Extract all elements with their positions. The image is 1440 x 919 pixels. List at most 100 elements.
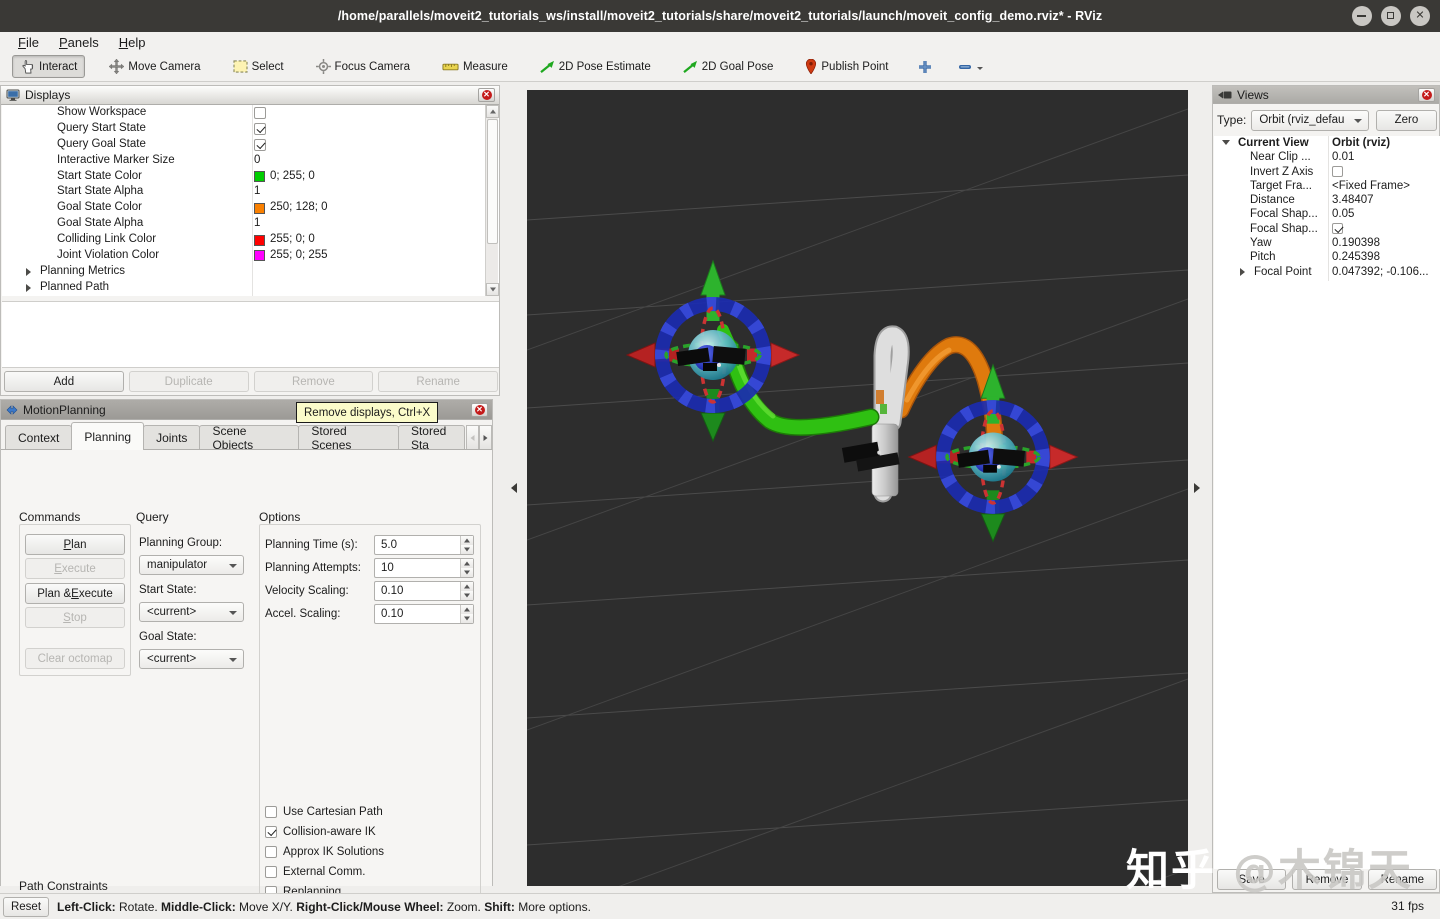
plan-and-execute-button[interactable]: Plan & Execute	[25, 583, 125, 604]
displays-scrollbar[interactable]	[485, 105, 499, 296]
property-row[interactable]: Target Fra... <Fixed Frame>	[1214, 179, 1440, 193]
property-value[interactable]: 0	[254, 153, 260, 169]
clear-octomap-button[interactable]: Clear octomap	[25, 648, 125, 669]
goal-state-select[interactable]: <current>	[139, 649, 244, 669]
property-value[interactable]: 1	[254, 216, 260, 232]
remove-button[interactable]: Remove	[253, 371, 374, 392]
tool-measure[interactable]: Measure	[434, 57, 516, 77]
tab-stored-states[interactable]: Stored Sta	[397, 425, 465, 450]
menu-panels[interactable]: Panels	[49, 34, 109, 51]
property-row[interactable]: Joint Violation Color 255; 0; 255	[2, 248, 499, 264]
planning-group-select[interactable]: manipulator	[139, 555, 244, 575]
show-workspace-checkbox[interactable]	[254, 106, 266, 119]
property-row[interactable]: Distance 3.48407	[1214, 193, 1440, 207]
add-button[interactable]: Add	[4, 371, 124, 392]
3d-viewport[interactable]	[526, 90, 1189, 919]
tool-move-camera[interactable]: Move Camera	[101, 55, 208, 78]
expander-icon[interactable]	[26, 283, 35, 292]
tool-select[interactable]: Select	[225, 56, 292, 77]
query-goal-state-checkbox[interactable]	[254, 138, 266, 151]
expander-icon[interactable]	[1222, 140, 1230, 149]
tool-2d-pose-estimate[interactable]: 2D Pose Estimate	[532, 56, 659, 77]
invert-z-axis-checkbox[interactable]	[1332, 166, 1343, 178]
stop-button[interactable]: Stop	[25, 607, 125, 628]
property-row[interactable]: Interactive Marker Size 0	[2, 153, 499, 169]
plan-button[interactable]: Plan	[25, 534, 125, 555]
zero-button[interactable]: Zero	[1375, 109, 1437, 131]
property-row[interactable]: Start State Color 0; 255; 0	[2, 169, 499, 185]
property-row[interactable]: Pitch 0.245398	[1214, 250, 1440, 264]
tab-stored-scenes[interactable]: Stored Scenes	[298, 424, 399, 452]
tab-scene-objects[interactable]: Scene Objects	[199, 424, 300, 452]
property-value[interactable]: 1	[254, 184, 260, 200]
property-group-row[interactable]: Planned Path	[2, 280, 499, 296]
property-value[interactable]: 3.48407	[1332, 193, 1374, 207]
property-row[interactable]: Query Goal State	[2, 137, 499, 153]
color-swatch[interactable]	[254, 250, 265, 262]
reset-button[interactable]: Reset	[3, 896, 49, 917]
property-value[interactable]: 250; 128; 0	[270, 200, 328, 216]
tool-focus-camera[interactable]: Focus Camera	[308, 55, 418, 78]
tab-context[interactable]: Context	[5, 425, 73, 450]
property-value[interactable]: 0.05	[1332, 207, 1354, 221]
spinner-buttons[interactable]	[460, 559, 473, 577]
expander-icon[interactable]	[26, 267, 35, 276]
property-row[interactable]: Goal State Color 250; 128; 0	[2, 200, 499, 216]
rename-button[interactable]: Rename	[1367, 869, 1437, 890]
planning-time-input[interactable]: 5.0	[374, 535, 474, 555]
close-button[interactable]: ✕	[1410, 6, 1430, 26]
checkbox[interactable]	[265, 846, 277, 858]
property-value[interactable]: 0.245398	[1332, 250, 1380, 264]
color-swatch[interactable]	[254, 202, 265, 214]
collapse-left-panel-arrow[interactable]	[506, 480, 517, 496]
property-row[interactable]: Start State Alpha 1	[2, 184, 499, 200]
property-row[interactable]: Focal Shap...	[1214, 222, 1440, 236]
duplicate-button[interactable]: Duplicate	[128, 371, 249, 392]
property-value[interactable]: 0; 255; 0	[270, 169, 315, 185]
velocity-scaling-input[interactable]: 0.10	[374, 581, 474, 601]
query-start-state-checkbox[interactable]	[254, 122, 266, 135]
approx-ik-solutions-option[interactable]: Approx IK Solutions	[265, 846, 384, 858]
spinner-buttons[interactable]	[460, 582, 473, 600]
focal-shape-checkbox[interactable]	[1332, 223, 1343, 235]
property-row[interactable]: Invert Z Axis	[1214, 165, 1440, 179]
property-value[interactable]: 0.190398	[1332, 236, 1380, 250]
tool-2d-goal-pose[interactable]: 2D Goal Pose	[675, 56, 782, 77]
property-row[interactable]: Near Clip ... 0.01	[1214, 150, 1440, 164]
scroll-up-arrow[interactable]	[486, 105, 499, 118]
color-swatch[interactable]	[254, 234, 265, 246]
property-row[interactable]: Colliding Link Color 255; 0; 0	[2, 232, 499, 248]
views-close-button[interactable]: ✕	[1418, 87, 1435, 102]
tool-interact[interactable]: Interact	[12, 55, 86, 78]
property-row[interactable]: Query Start State	[2, 121, 499, 137]
save-button[interactable]: Save	[1217, 869, 1287, 890]
title-bar[interactable]: /home/parallels/moveit2_tutorials_ws/ins…	[0, 0, 1440, 32]
maximize-button[interactable]	[1381, 6, 1401, 26]
property-row[interactable]: Focal Shap... 0.05	[1214, 207, 1440, 221]
menu-file[interactable]: File	[8, 34, 49, 51]
motion-planning-close-button[interactable]: ✕	[471, 402, 488, 417]
displays-panel-header[interactable]: Displays ✕	[1, 86, 499, 105]
checkbox[interactable]	[265, 866, 277, 878]
tab-scroll-left-arrow[interactable]	[466, 425, 479, 450]
rename-button[interactable]: Rename	[378, 371, 498, 392]
views-panel-header[interactable]: Views ✕	[1213, 86, 1439, 104]
scrollbar-thumb[interactable]	[487, 119, 498, 244]
tab-planning[interactable]: Planning	[71, 422, 145, 450]
use-cartesian-path-option[interactable]: Use Cartesian Path	[265, 806, 383, 818]
property-row[interactable]: Show Workspace	[2, 105, 499, 121]
displays-close-button[interactable]: ✕	[478, 88, 495, 102]
spinner-buttons[interactable]	[460, 536, 473, 554]
color-swatch[interactable]	[254, 171, 265, 182]
spinner-buttons[interactable]	[460, 605, 473, 623]
tool-publish-point[interactable]: Publish Point	[797, 55, 896, 78]
menu-help[interactable]: Help	[109, 34, 156, 51]
minimize-button[interactable]	[1352, 6, 1372, 26]
property-value[interactable]: 255; 0; 255	[270, 248, 328, 264]
property-row[interactable]: Current View Orbit (rviz)	[1214, 136, 1440, 150]
add-tool-button[interactable]	[913, 56, 937, 78]
property-value[interactable]: 255; 0; 0	[270, 232, 315, 248]
view-type-select[interactable]: Orbit (rviz_defau	[1251, 109, 1369, 131]
planning-attempts-input[interactable]: 10	[374, 558, 474, 578]
tab-scroll-right-arrow[interactable]	[479, 425, 492, 450]
